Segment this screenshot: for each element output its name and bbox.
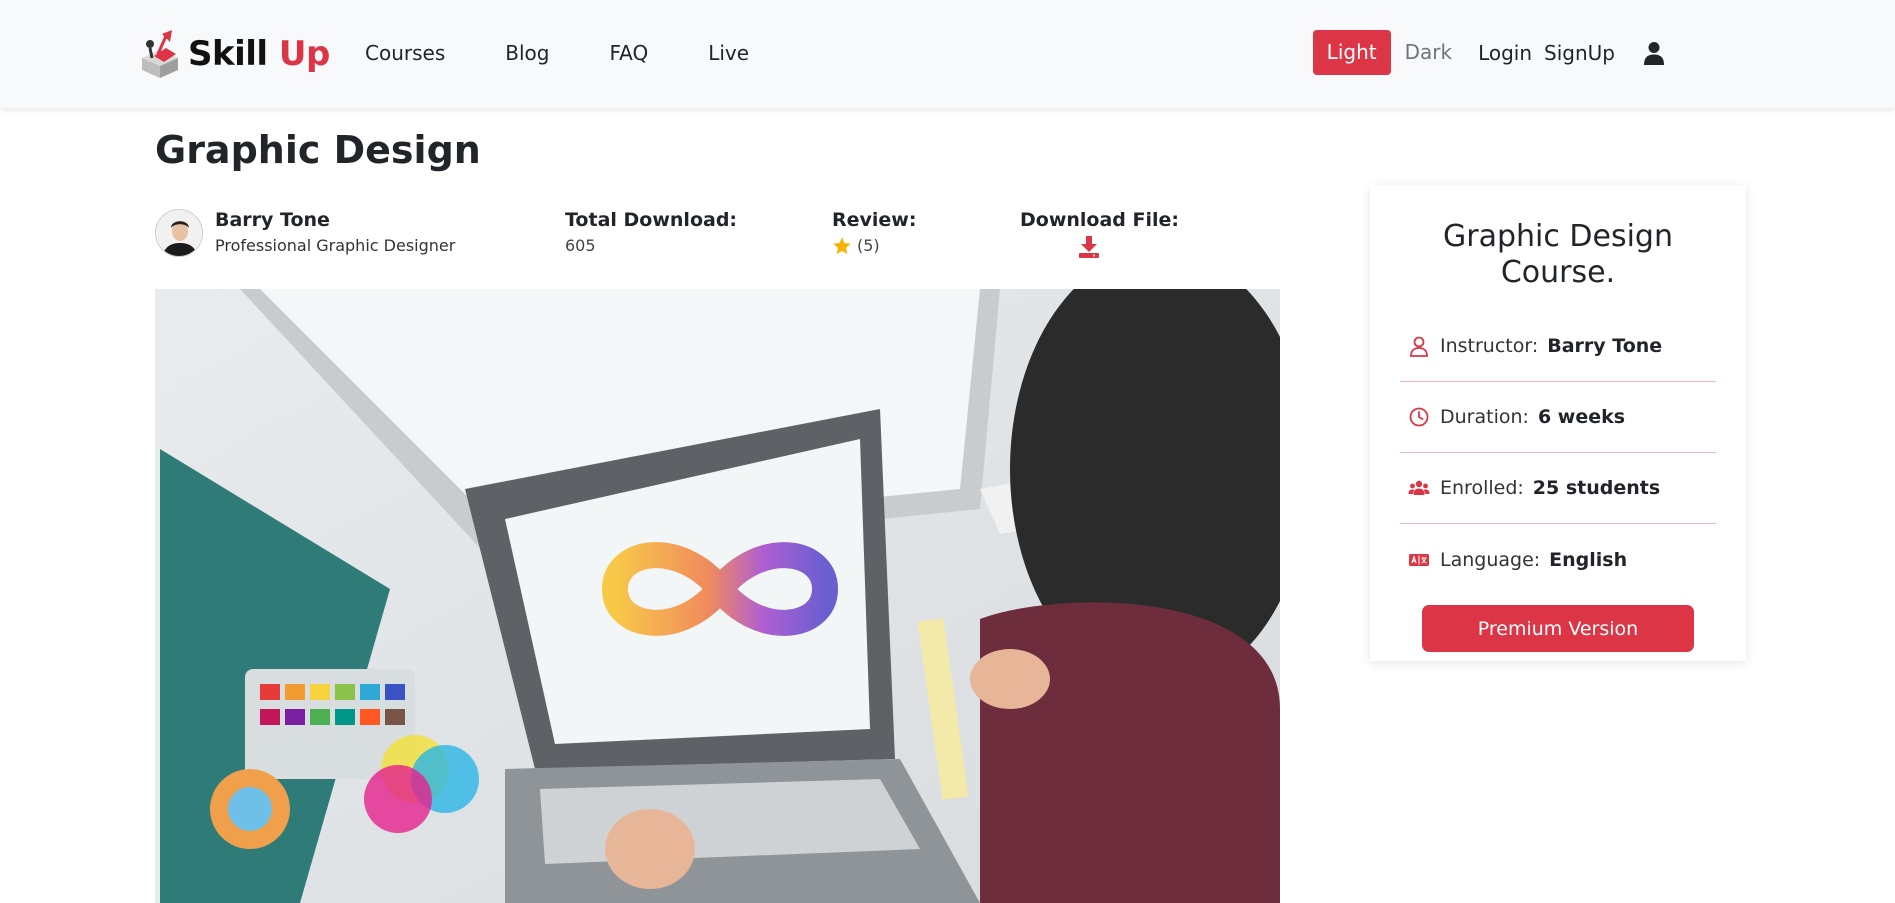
nav-link-blog[interactable]: Blog [505, 38, 549, 68]
brand-logo-link[interactable]: Skill Up [136, 28, 330, 80]
navbar: Skill Up Courses Blog FAQ Live Light Dar… [0, 0, 1895, 108]
users-icon [1408, 480, 1430, 495]
course-image [155, 289, 1280, 903]
info-value-instructor: Barry Tone [1547, 335, 1663, 357]
course-info-card: Graphic Design Course. Instructor: Barry… [1370, 185, 1746, 661]
info-row-instructor: Instructor: Barry Tone [1400, 311, 1716, 382]
avatar-icon [156, 210, 202, 256]
light-theme-button[interactable]: Light [1312, 30, 1391, 75]
dark-theme-button[interactable]: Dark [1391, 30, 1466, 75]
premium-version-button[interactable]: Premium Version [1422, 605, 1694, 652]
info-label-duration: Duration: [1440, 406, 1529, 428]
user-icon[interactable] [1643, 41, 1665, 65]
total-download-value: 605 [565, 236, 596, 255]
clock-icon [1409, 407, 1429, 427]
instructor-role: Professional Graphic Designer [215, 236, 456, 255]
instructor-info: Barry Tone Professional Graphic Designer [155, 207, 455, 259]
review-label: Review: [832, 209, 917, 231]
avatar [155, 209, 203, 257]
nav-link-courses[interactable]: Courses [365, 38, 445, 68]
info-row-duration: Duration: 6 weeks [1400, 382, 1716, 453]
card-title: Graphic Design Course. [1443, 219, 1673, 290]
star-icon [833, 237, 851, 255]
signup-link[interactable]: SignUp [1544, 41, 1615, 65]
info-value-language: English [1549, 548, 1628, 571]
review-stat: Review: (5) [832, 207, 916, 259]
logo-icon [142, 30, 178, 78]
course-illustration [160, 289, 1280, 903]
info-value-duration: 6 weeks [1537, 406, 1626, 428]
download-icon[interactable] [1078, 235, 1100, 259]
instructor-name: Barry Tone [215, 209, 330, 231]
info-row-language: Language: English [1400, 524, 1716, 595]
download-file-stat: Download File: [1020, 207, 1179, 263]
brand-name-up: Up [278, 34, 330, 74]
course-info-list: Instructor: Barry Tone Duration: 6 weeks… [1400, 311, 1716, 595]
total-download-stat: Total Download: 605 [565, 207, 737, 259]
page-title: Graphic Design [155, 128, 481, 172]
info-value-enrolled: 25 students [1532, 477, 1661, 499]
info-label-language: Language: [1440, 548, 1541, 571]
nav-link-faq[interactable]: FAQ [609, 38, 648, 68]
nav-link-live[interactable]: Live [708, 38, 749, 68]
user-icon [1410, 336, 1428, 357]
info-label-enrolled: Enrolled: [1440, 477, 1524, 499]
info-label-instructor: Instructor: [1440, 335, 1539, 357]
nav-links: Courses Blog FAQ Live [365, 38, 809, 68]
download-file-label: Download File: [1020, 209, 1179, 231]
login-link[interactable]: Login [1478, 41, 1532, 65]
language-icon [1409, 553, 1429, 566]
review-value: (5) [857, 236, 880, 255]
total-download-label: Total Download: [565, 209, 738, 231]
brand-name-skill: Skill [188, 34, 268, 74]
nav-right: Light Dark Login SignUp [1312, 30, 1665, 75]
info-row-enrolled: Enrolled: 25 students [1400, 453, 1716, 524]
